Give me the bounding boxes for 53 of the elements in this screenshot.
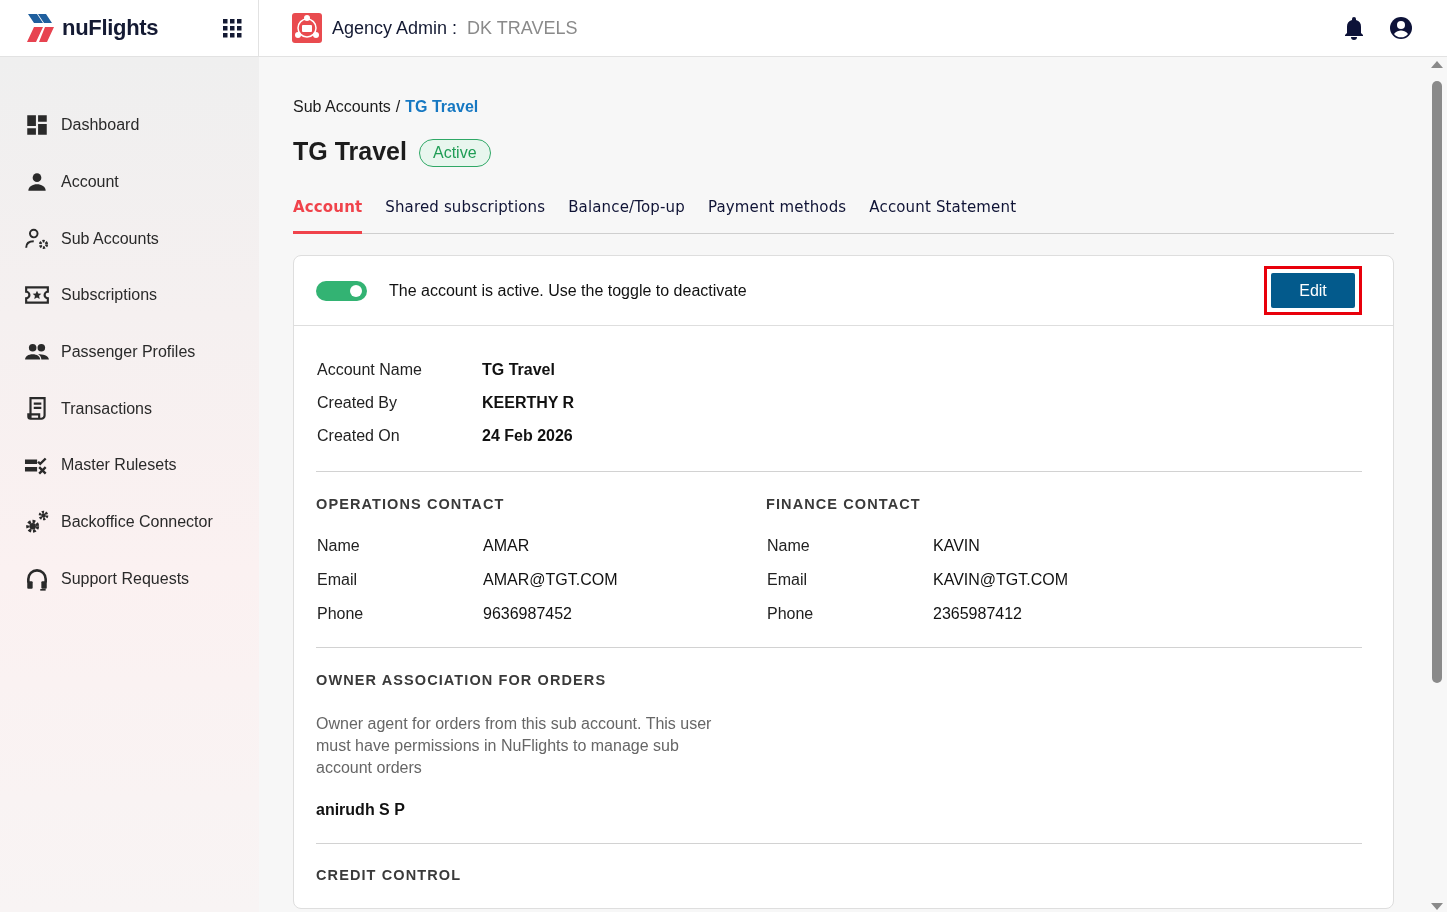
- status-message: The account is active. Use the toggle to deactivate: [389, 281, 748, 300]
- sidebar-item[interactable]: Support Requests: [0, 550, 259, 608]
- field-label: Phone: [316, 605, 365, 623]
- apps-grid-icon[interactable]: [222, 18, 242, 38]
- sidebar-item[interactable]: Sub Accounts: [0, 210, 259, 268]
- gears-icon: [24, 509, 50, 536]
- agency-icon: [292, 13, 322, 43]
- section-heading: OWNER ASSOCIATION FOR ORDERS: [316, 672, 608, 688]
- section-heading: OPERATIONS CONTACT: [316, 496, 506, 512]
- section-heading: FINANCE CONTACT: [766, 496, 922, 512]
- edit-button[interactable]: Edit: [1271, 273, 1355, 308]
- field-value: TG Travel: [482, 361, 556, 379]
- field-value: KEERTHY R: [482, 394, 576, 412]
- sidebar-item[interactable]: Master Rulesets: [0, 437, 259, 494]
- sidebar-item[interactable]: Dashboard: [0, 97, 259, 154]
- field-value: AMAR: [483, 537, 531, 555]
- status-badge: Active: [418, 139, 491, 167]
- field-label: Created By: [316, 394, 399, 412]
- sidebar-item[interactable]: Account: [0, 153, 259, 211]
- page-header-title: Agency Admin :: [332, 17, 458, 39]
- breadcrumb-link[interactable]: Sub Accounts: [293, 98, 391, 116]
- tab[interactable]: Payment methods: [707, 188, 847, 234]
- breadcrumb-current: TG Travel: [405, 98, 479, 116]
- field-value: AMAR@TGT.COM: [483, 571, 619, 589]
- tab[interactable]: Account Statement: [869, 188, 1017, 234]
- field-value: KAVIN: [933, 537, 981, 555]
- field-value: 9636987452: [483, 605, 573, 623]
- logo-text: nuFlights: [62, 15, 159, 41]
- breadcrumb-separator: /: [395, 98, 401, 116]
- tab[interactable]: Shared subscriptions: [385, 188, 546, 234]
- field-value: KAVIN@TGT.COM: [933, 571, 1070, 589]
- sidebar-item[interactable]: Passenger Profiles: [0, 323, 259, 381]
- tab[interactable]: Balance/Top-up: [568, 188, 685, 234]
- status-toggle[interactable]: [316, 280, 367, 301]
- field-value: 2365987412: [933, 605, 1023, 623]
- sidebar-item[interactable]: Subscriptions: [0, 267, 259, 324]
- account-title: TG Travel: [293, 136, 407, 166]
- section-heading: CREDIT CONTROL: [316, 867, 463, 883]
- field-label: Email: [766, 571, 808, 589]
- sidebar-item[interactable]: Transactions: [0, 380, 259, 438]
- field-label: Account Name: [316, 361, 423, 379]
- field-value: 24 Feb 2026: [482, 427, 574, 445]
- field-label: Created On: [316, 427, 401, 445]
- account-circle-icon[interactable]: [1389, 16, 1413, 40]
- field-label: Email: [316, 571, 358, 589]
- bell-icon[interactable]: [1343, 16, 1365, 40]
- owner-name: anirudh S P: [316, 801, 406, 819]
- field-label: Phone: [766, 605, 815, 623]
- agency-name: DK TRAVELS: [467, 17, 578, 39]
- field-label: Name: [316, 537, 361, 555]
- field-label: Name: [766, 537, 811, 555]
- sidebar-item[interactable]: Backoffice Connector: [0, 493, 259, 551]
- section-description: Owner agent for orders from this sub account. This user must have permissions in NuFlights to manage sub account orders: [316, 714, 713, 778]
